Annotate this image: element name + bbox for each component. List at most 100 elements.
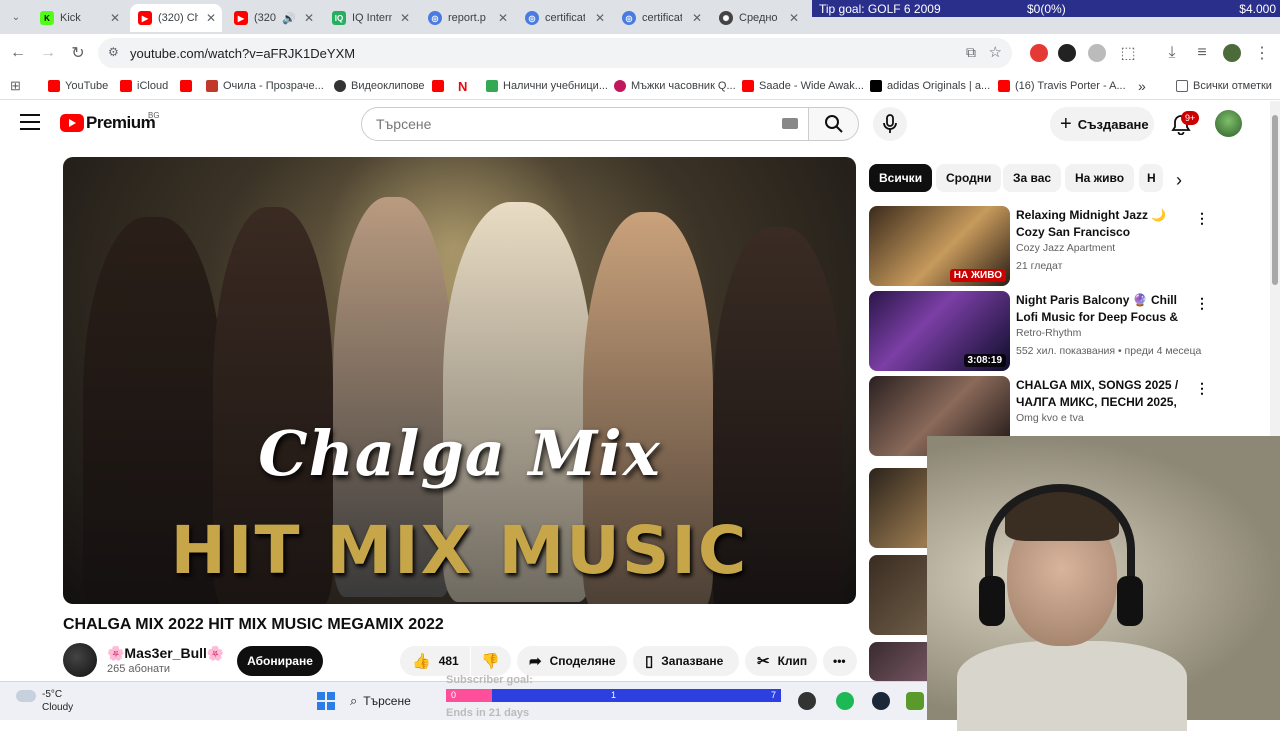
search-input[interactable]: Търсене bbox=[361, 107, 809, 141]
tab-certificat-1[interactable]: ◎ certificat ✕ bbox=[517, 4, 611, 32]
taskbar-search[interactable]: ⌕ Търсене bbox=[350, 690, 411, 712]
bookmark-netflix[interactable]: N bbox=[458, 77, 472, 95]
bookmark-travis[interactable]: (16) Travis Porter - A... bbox=[998, 77, 1126, 95]
tab-kick[interactable]: K Kick ✕ bbox=[32, 4, 126, 32]
clip-button[interactable]: ✂ Клип bbox=[745, 646, 817, 676]
more-vertical-icon[interactable]: ⋮ bbox=[1195, 210, 1209, 227]
media-control-icon[interactable]: ≡ bbox=[1192, 43, 1212, 63]
install-icon[interactable]: ⧉ bbox=[966, 44, 976, 61]
chip-all[interactable]: Всички bbox=[869, 164, 933, 192]
chip-for-you[interactable]: За вас bbox=[1003, 164, 1062, 192]
hamburger-menu-icon[interactable] bbox=[20, 114, 40, 130]
recommendation-item[interactable]: 3:08:19 Night Paris Balcony 🔮 Chill Lofi… bbox=[869, 291, 1209, 371]
shield-icon[interactable] bbox=[1088, 44, 1106, 62]
recommendation-title[interactable]: Night Paris Balcony 🔮 Chill Lofi Music f… bbox=[1016, 292, 1186, 326]
more-actions-button[interactable]: ••• bbox=[823, 646, 857, 676]
tab-iq[interactable]: IQ IQ Intern ✕ bbox=[324, 4, 416, 32]
recommendation-thumbnail[interactable]: НА ЖИВО bbox=[869, 206, 1010, 286]
youtube-header: Premium BG Търсене + Създаване 9+ bbox=[0, 101, 1268, 147]
tab-report[interactable]: ◎ report.p ✕ bbox=[420, 4, 514, 32]
chevron-right-icon[interactable]: › bbox=[1176, 170, 1182, 191]
goal-start: 0 bbox=[451, 690, 457, 700]
back-icon[interactable]: ← bbox=[8, 43, 28, 63]
bookmark-youtube-2[interactable] bbox=[180, 77, 197, 95]
obs-icon[interactable] bbox=[798, 692, 816, 710]
site-info-icon[interactable]: ⚙ bbox=[108, 45, 119, 59]
channel-avatar[interactable] bbox=[63, 643, 97, 677]
voice-search-button[interactable] bbox=[873, 107, 907, 141]
save-button[interactable]: ▯ Запазване bbox=[633, 646, 739, 676]
spotify-icon[interactable] bbox=[836, 692, 854, 710]
youtube-play-icon bbox=[60, 114, 84, 132]
app-icon[interactable] bbox=[906, 692, 924, 710]
bookmark-youtube-3[interactable] bbox=[432, 77, 449, 95]
recommendation-channel[interactable]: Retro-Rhythm bbox=[1016, 327, 1081, 339]
close-icon[interactable]: ✕ bbox=[206, 11, 216, 25]
tab-certificat-2[interactable]: ◎ certificat ✕ bbox=[614, 4, 708, 32]
more-vertical-icon[interactable]: ⋮ bbox=[1195, 295, 1209, 312]
close-icon[interactable]: ✕ bbox=[304, 11, 314, 25]
bookmark-icloud[interactable]: iCloud bbox=[120, 77, 168, 95]
address-bar[interactable]: ⚙ youtube.com/watch?v=aFRJK1DeYXM ⧉ ☆ bbox=[98, 38, 1012, 68]
download-icon[interactable]: ⤓ bbox=[1162, 43, 1182, 63]
close-icon[interactable]: ✕ bbox=[789, 11, 799, 25]
dislike-button[interactable]: 👎 bbox=[471, 646, 511, 676]
subscribe-button[interactable]: Абониране bbox=[237, 646, 323, 676]
forward-icon[interactable]: → bbox=[38, 43, 58, 63]
tab-youtube[interactable]: ▶ (320 🔊 ✕ bbox=[226, 4, 320, 32]
speaker-icon[interactable]: 🔊 bbox=[282, 12, 296, 25]
scrollbar-thumb[interactable] bbox=[1272, 115, 1278, 285]
chip-related[interactable]: Сродни bbox=[936, 164, 1002, 192]
recommendation-thumbnail[interactable]: 3:08:19 bbox=[869, 291, 1010, 371]
keyboard-icon[interactable] bbox=[782, 118, 798, 129]
recommendation-channel[interactable]: Omg kvo e tva bbox=[1016, 412, 1084, 424]
profile-avatar[interactable] bbox=[1223, 44, 1241, 62]
bookmark-adidas[interactable]: adidas Originals | а... bbox=[870, 77, 990, 95]
weather-widget[interactable]: -5°C Cloudy bbox=[16, 688, 73, 714]
bookmark-textbooks[interactable]: Налични учебници... bbox=[486, 77, 608, 95]
bookmark-saade[interactable]: Saade - Wide Awak... bbox=[742, 77, 864, 95]
more-vertical-icon[interactable]: ⋮ bbox=[1195, 380, 1209, 397]
recommendation-title[interactable]: Relaxing Midnight Jazz 🌙 Cozy San Franci… bbox=[1016, 207, 1186, 241]
chip-more[interactable]: Н bbox=[1139, 164, 1163, 192]
bookmark-glasses[interactable]: Очила - Прозраче... bbox=[206, 77, 324, 95]
puzzle-icon[interactable]: ⬚ bbox=[1118, 43, 1138, 63]
recommendation-item[interactable]: НА ЖИВО Relaxing Midnight Jazz 🌙 Cozy Sa… bbox=[869, 206, 1209, 286]
channel-name[interactable]: 🌸Mas3er_Bull🌸 bbox=[107, 645, 224, 662]
tab-chatgpt[interactable]: ✺ Средно ✕ bbox=[711, 4, 805, 32]
page-scrollbar[interactable] bbox=[1270, 101, 1280, 436]
all-bookmarks[interactable]: Всички отметки bbox=[1176, 77, 1272, 95]
tab-search-icon[interactable]: ⌄ bbox=[6, 7, 26, 27]
temperature: -5°C bbox=[42, 689, 63, 700]
apps-icon[interactable]: ⊞ bbox=[10, 77, 21, 95]
video-player[interactable]: Chalga Mix HIT MIX MUSIC bbox=[63, 157, 856, 604]
search-button[interactable] bbox=[809, 107, 859, 141]
account-avatar[interactable] bbox=[1215, 110, 1242, 137]
recommendation-channel[interactable]: Cozy Jazz Apartment bbox=[1016, 242, 1115, 254]
extension-icon[interactable] bbox=[1058, 44, 1076, 62]
share-button[interactable]: ➦ Споделяне bbox=[517, 646, 627, 676]
tab-title: Kick bbox=[60, 12, 81, 24]
kebab-menu-icon[interactable]: ⋮ bbox=[1252, 43, 1272, 63]
bookmark-youtube[interactable]: YouTube bbox=[48, 77, 108, 95]
bookmark-watch[interactable]: Мъжки часовник Q... bbox=[614, 77, 736, 95]
adblock-icon[interactable] bbox=[1030, 44, 1048, 62]
reload-icon[interactable]: ↻ bbox=[68, 43, 88, 63]
close-icon[interactable]: ✕ bbox=[692, 11, 702, 25]
windows-start-icon[interactable] bbox=[317, 692, 335, 710]
tab-youtube-active[interactable]: ▶ (320) Ch ✕ bbox=[130, 4, 222, 32]
steam-icon[interactable] bbox=[872, 692, 890, 710]
tip-goal-progress: $0(0%) bbox=[1027, 1, 1066, 16]
recommendation-title[interactable]: CHALGA MIX, SONGS 2025 / ЧАЛГА МИКС, ПЕС… bbox=[1016, 377, 1186, 411]
like-button[interactable]: 👍 481 bbox=[400, 646, 470, 676]
youtube-premium-logo[interactable]: Premium BG bbox=[60, 111, 160, 133]
close-icon[interactable]: ✕ bbox=[110, 11, 120, 25]
close-icon[interactable]: ✕ bbox=[498, 11, 508, 25]
create-button[interactable]: + Създаване bbox=[1050, 107, 1154, 141]
star-icon[interactable]: ☆ bbox=[989, 43, 1002, 61]
close-icon[interactable]: ✕ bbox=[595, 11, 605, 25]
close-icon[interactable]: ✕ bbox=[400, 11, 410, 25]
chip-live[interactable]: На живо bbox=[1065, 164, 1135, 192]
more-bookmarks-icon[interactable]: » bbox=[1138, 77, 1146, 95]
bookmark-videoclips[interactable]: Видеоклипове bbox=[334, 77, 425, 95]
